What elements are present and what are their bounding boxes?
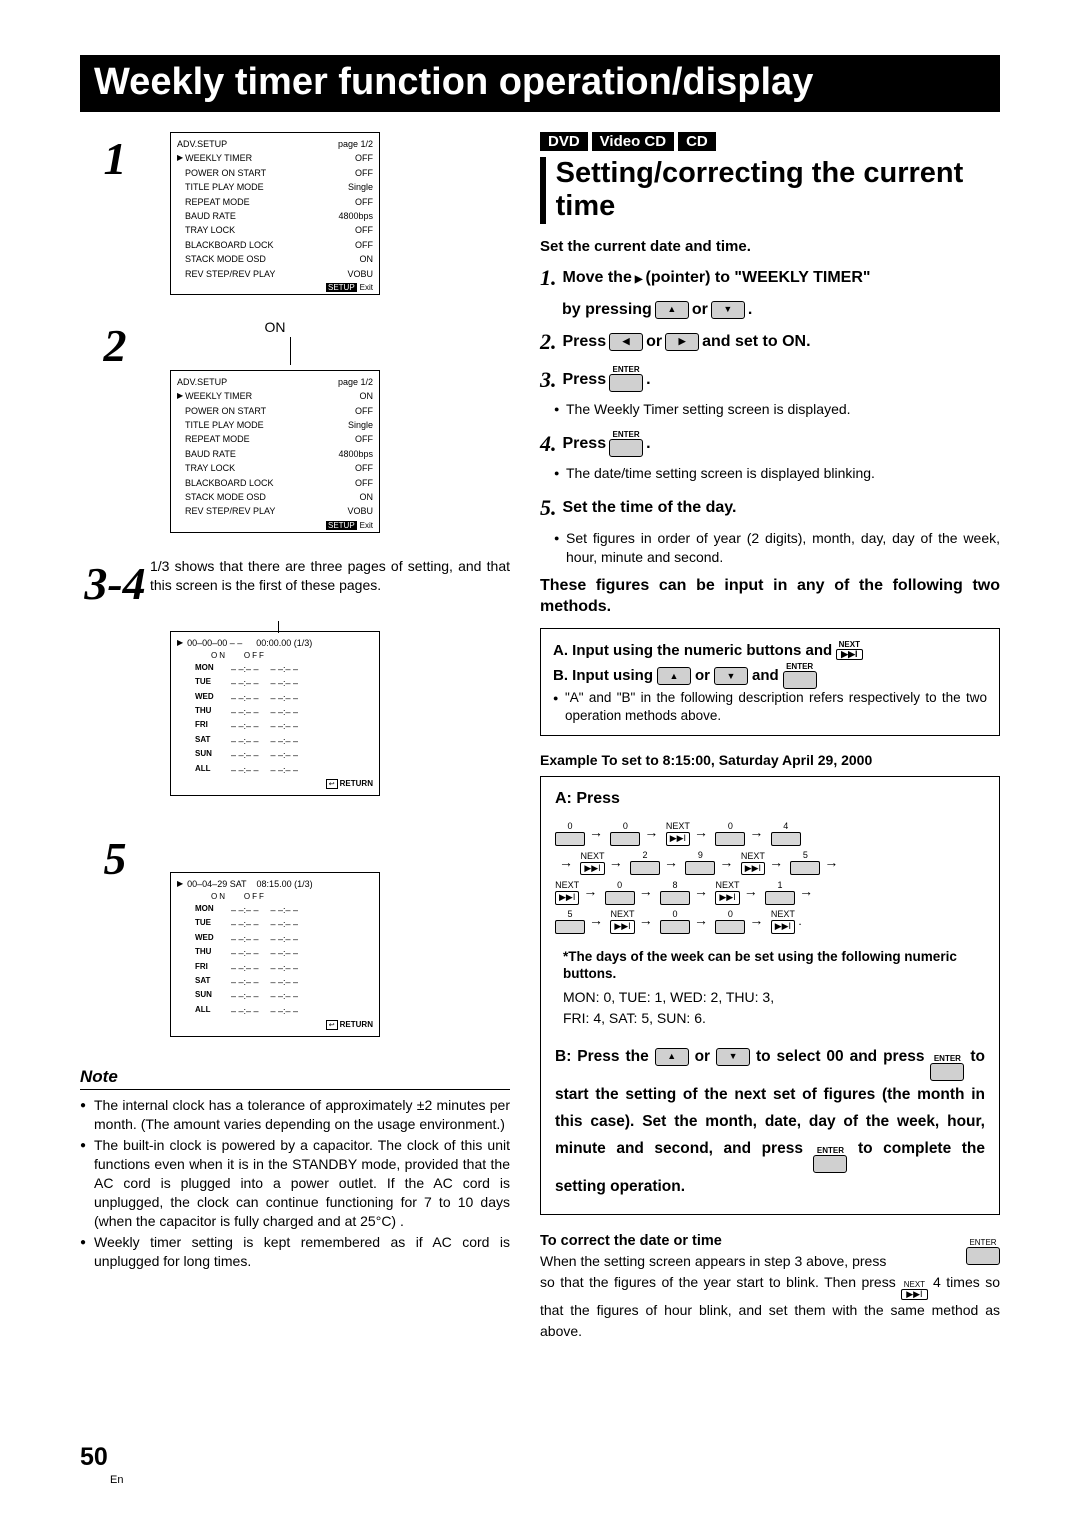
method-box: A. Input using the numeric buttons and N…	[540, 628, 1000, 736]
day-map-1: MON: 0, TUE: 1, WED: 2, THU: 3,	[555, 987, 985, 1008]
right-button-icon: ▶	[665, 333, 699, 351]
enter-button-icon: ENTER	[783, 663, 817, 689]
setup-menu-1: ADV.SETUPpage 1/2 ▶WEEKLY TIMEROFF POWER…	[170, 132, 380, 295]
example-box: A: Press 0→ 0→ NEXT▶▶I→ 0→ 4 → NEXT▶▶I→ …	[540, 776, 1000, 1215]
following-methods: These figures can be input in any of the…	[540, 576, 1000, 618]
step-5-number: 5	[80, 832, 150, 882]
note-heading: Note	[80, 1067, 510, 1090]
language-indicator: En	[110, 1474, 123, 1486]
enter-button-icon: ENTER	[813, 1147, 847, 1173]
instr-5: 5. Set the time of the day.	[540, 489, 1000, 526]
up-button-icon: ▲	[655, 301, 689, 319]
step-3-4-text: 1/3 shows that there are three pages of …	[150, 557, 510, 595]
instr-3-sub: The Weekly Timer setting screen is displ…	[540, 400, 1000, 419]
up-button-icon: ▲	[657, 667, 691, 685]
timer-screen-1: ▶00–00–00 – –00:00.00 (1/3) ON OFF MON– …	[170, 631, 380, 796]
instr-4-sub: The date/time setting screen is displaye…	[540, 464, 1000, 483]
on-pointer-line	[290, 337, 291, 365]
next-button-icon: NEXT ▶▶I	[901, 1281, 927, 1300]
method-b-block: B: Press the ▲ or ▼ to select 00 and pre…	[555, 1043, 985, 1200]
instr-4: 4. Press ENTER .	[540, 425, 1000, 462]
instr-1b: by pressing ▲ or ▼ .	[540, 296, 1000, 323]
tag-dvd: DVD	[540, 132, 588, 151]
note-item: The built-in clock is powered by a capac…	[80, 1136, 510, 1231]
left-button-icon: ◀	[609, 333, 643, 351]
down-button-icon: ▼	[711, 301, 745, 319]
day-of-week-note: *The days of the week can be set using t…	[555, 948, 985, 983]
on-label: ON	[170, 319, 380, 335]
correct-text: When the setting screen appears in step …	[540, 1251, 1000, 1342]
page-title: Weekly timer function operation/display	[80, 55, 1000, 112]
correct-heading: To correct the date or time ENTER	[540, 1233, 1000, 1249]
instr-5-sub: Set figures in order of year (2 digits),…	[540, 529, 1000, 567]
set-current-line: Set the current date and time.	[540, 238, 1000, 255]
tag-cd: CD	[678, 132, 716, 151]
enter-button-icon: ENTER	[930, 1055, 964, 1081]
button-sequence: 0→ 0→ NEXT▶▶I→ 0→ 4 → NEXT▶▶I→ 2→ 9→ NEX…	[555, 818, 985, 936]
down-button-icon: ▼	[714, 667, 748, 685]
section-heading: Setting/correcting the current time	[540, 157, 1000, 224]
step-3-4-number: 3-4	[80, 557, 150, 607]
tag-vcd: Video CD	[592, 132, 674, 151]
note-item: Weekly timer setting is kept remembered …	[80, 1233, 510, 1271]
page-number: 50	[80, 1443, 108, 1472]
step-2-number: 2	[80, 319, 150, 369]
method-note: "A" and "B" in the following description…	[553, 689, 987, 725]
enter-button-icon: ENTER	[966, 1239, 1000, 1265]
down-button-icon: ▼	[716, 1048, 750, 1066]
enter-button-icon: ENTER	[609, 431, 643, 457]
instr-2: 2. Press ◀ or ▶ and set to ON.	[540, 323, 1000, 360]
next-button-icon: NEXT ▶▶I	[836, 641, 862, 660]
example-heading: Example To set to 8:15:00, Saturday Apri…	[540, 752, 1000, 768]
media-tags: DVD Video CD CD	[540, 132, 1000, 151]
note-item: The internal clock has a tolerance of ap…	[80, 1096, 510, 1134]
note-list: The internal clock has a tolerance of ap…	[80, 1096, 510, 1271]
timer-screen-2: ▶00–04–29 SAT08:15.00 (1/3) ON OFF MON– …	[170, 872, 380, 1037]
day-map-2: FRI: 4, SAT: 5, SUN: 6.	[555, 1008, 985, 1029]
instr-1: 1. Move the (pointer) to "WEEKLY TIMER"	[540, 259, 1000, 296]
step-1-number: 1	[80, 132, 150, 182]
up-button-icon: ▲	[655, 1048, 689, 1066]
pointer-icon	[635, 264, 643, 291]
enter-button-icon: ENTER	[609, 366, 643, 392]
instr-3: 3. Press ENTER .	[540, 361, 1000, 398]
setup-menu-2: ADV.SETUPpage 1/2 ▶WEEKLY TIMERON POWER …	[170, 370, 380, 533]
